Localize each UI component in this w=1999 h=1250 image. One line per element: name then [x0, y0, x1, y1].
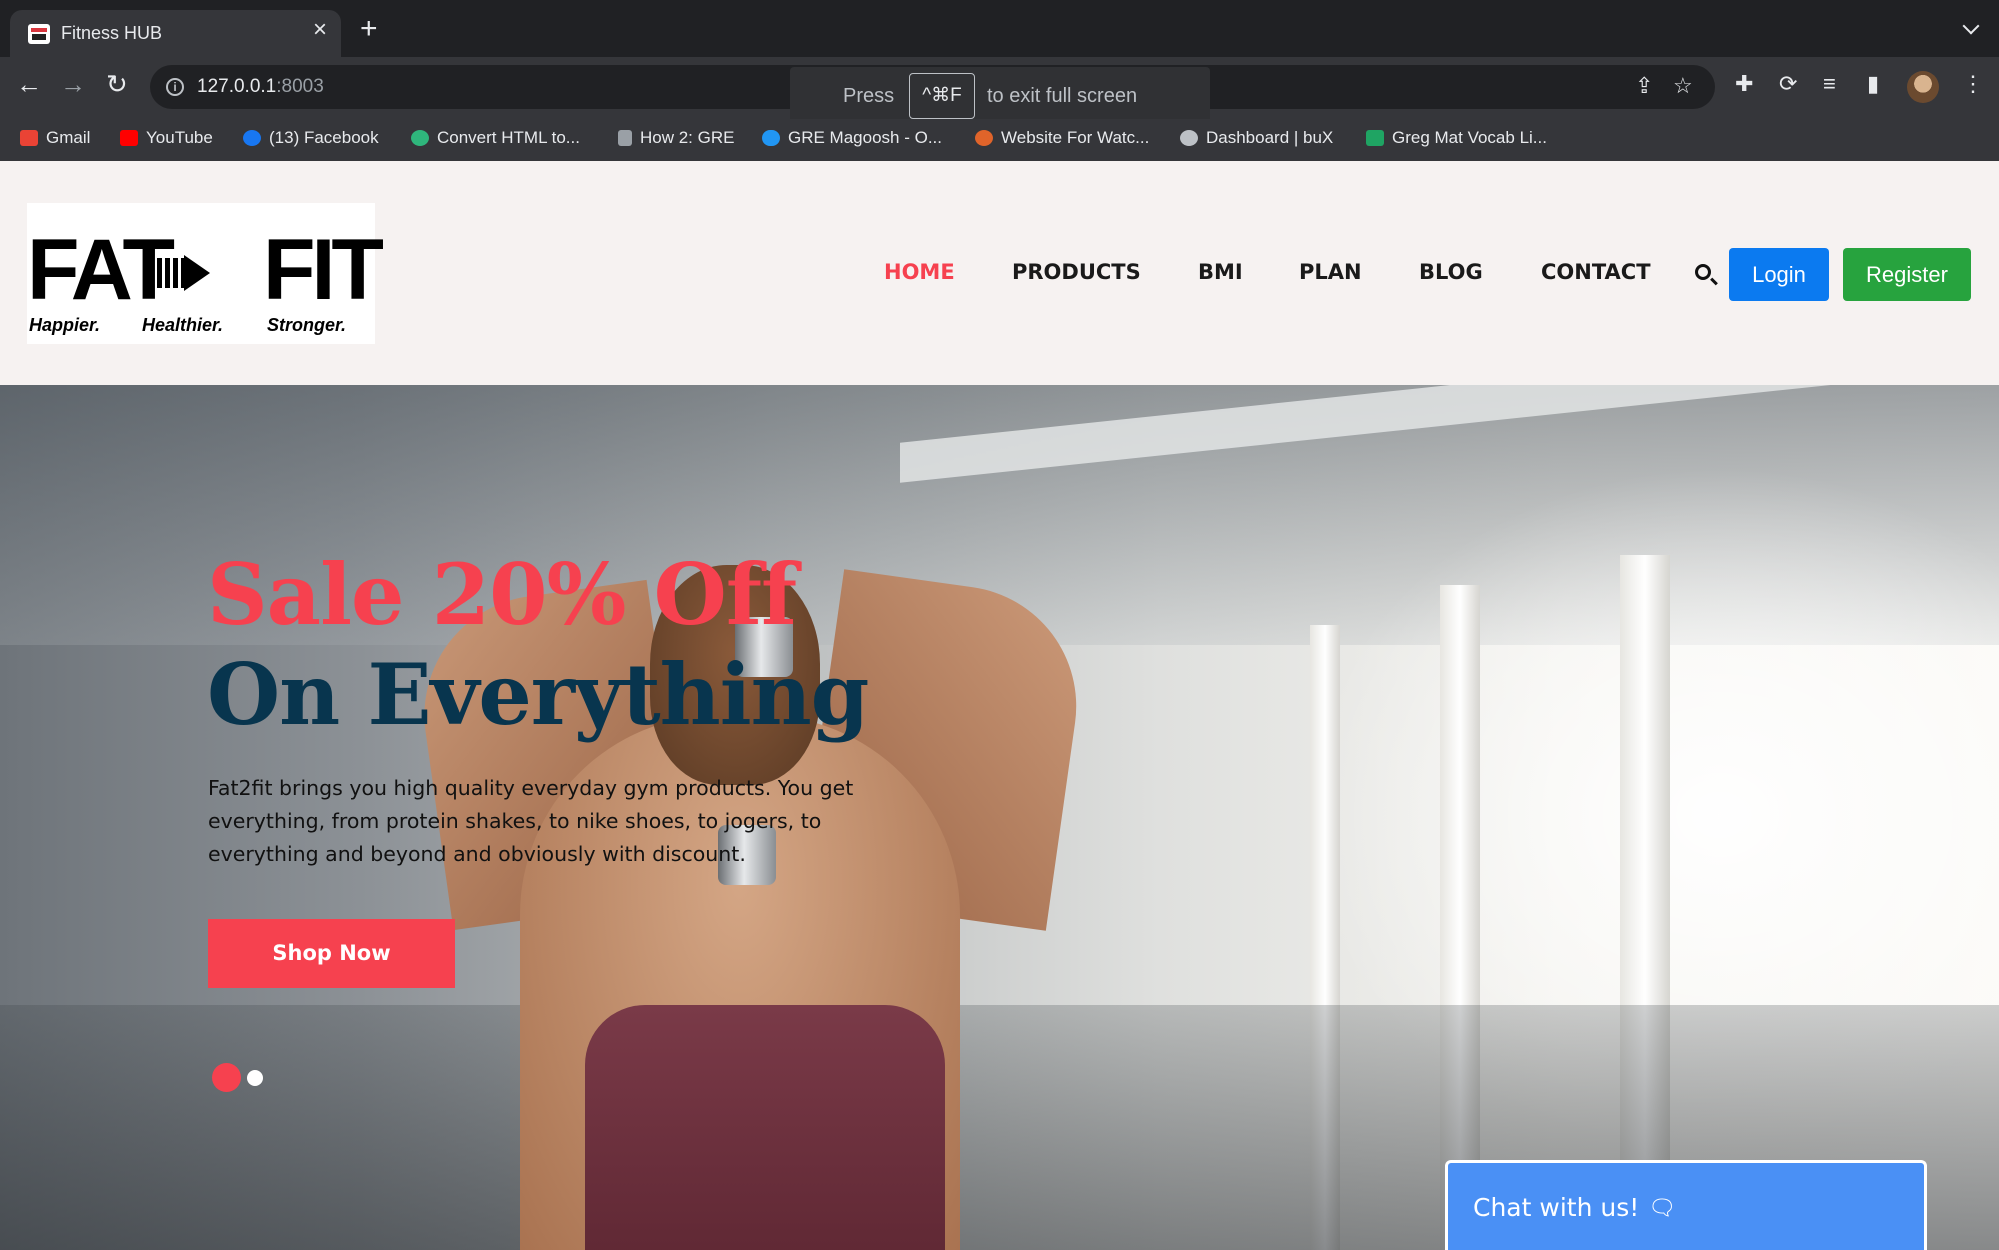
hero-title-sale: Sale 20% Off: [207, 545, 797, 644]
carousel-dot-2[interactable]: [247, 1070, 263, 1086]
extension-icon[interactable]: ⟳: [1779, 73, 1797, 95]
close-tab-icon[interactable]: ×: [313, 18, 327, 42]
search-icon[interactable]: [1695, 264, 1711, 280]
back-arrow-icon[interactable]: ←: [16, 71, 42, 97]
toast-prefix: Press: [843, 85, 895, 107]
register-button[interactable]: Register: [1843, 248, 1971, 301]
site-header: FAT FIT Happier. Healthier. Stronger. HO…: [0, 161, 1999, 385]
youtube-icon: [120, 130, 138, 146]
login-button[interactable]: Login: [1729, 248, 1829, 301]
facebook-icon: [243, 130, 261, 146]
logo-word-fit: FIT: [263, 222, 384, 318]
toast-suffix: to exit full screen: [987, 85, 1138, 107]
bookmark-dashboard-bux[interactable]: Dashboard | buX: [1180, 128, 1333, 148]
sheets-icon: [1366, 130, 1384, 146]
nav-products[interactable]: PRODUCTS: [1012, 260, 1141, 284]
side-panel-icon[interactable]: ▮: [1867, 73, 1879, 95]
nav-contact[interactable]: CONTACT: [1541, 260, 1651, 284]
chat-widget-button[interactable]: Chat with us! 🗨: [1445, 1160, 1927, 1250]
share-icon[interactable]: ⇪: [1635, 75, 1653, 97]
hero-description: Fat2fit brings you high quality everyday…: [208, 776, 854, 866]
nav-bmi[interactable]: BMI: [1198, 260, 1243, 284]
site-favicon-icon: [28, 24, 50, 44]
bookmark-youtube[interactable]: YouTube: [120, 128, 213, 148]
bookmarks-bar: Gmail YouTube (13) Facebook Convert HTML…: [0, 119, 1999, 161]
nav-blog[interactable]: BLOG: [1419, 260, 1483, 284]
bookmark-website-watch[interactable]: Website For Watc...: [975, 128, 1149, 148]
fullscreen-toast: Press ^⌘F to exit full screen: [790, 67, 1210, 123]
bookmark-convert-html[interactable]: Convert HTML to...: [411, 128, 580, 148]
convert-icon: [411, 130, 429, 146]
logo-bars-icon: [157, 258, 185, 288]
reload-icon[interactable]: ↻: [106, 71, 128, 97]
bookmark-how2-gre[interactable]: How 2: GRE: [618, 128, 734, 148]
logo-tagline-3: Stronger.: [267, 315, 347, 335]
bookmark-facebook[interactable]: (13) Facebook: [243, 128, 379, 148]
browser-tab[interactable]: Fitness HUB ×: [10, 10, 341, 59]
fat-to-fit-logo[interactable]: FAT FIT Happier. Healthier. Stronger.: [27, 203, 384, 344]
tab-search-chevron-icon[interactable]: [1962, 17, 1980, 35]
forward-arrow-icon[interactable]: →: [60, 71, 86, 97]
logo-tagline-1: Happier.: [29, 315, 101, 335]
watch-icon: [975, 130, 993, 146]
logo-word-fat: FAT: [27, 222, 175, 318]
dashboard-icon: [1180, 130, 1198, 146]
tab-title: Fitness HUB: [61, 23, 163, 43]
doc-icon: [618, 130, 632, 146]
carousel-dot-1[interactable]: [212, 1063, 241, 1092]
extensions-puzzle-icon[interactable]: ✚: [1735, 73, 1753, 95]
bookmark-greg-mat[interactable]: Greg Mat Vocab Li...: [1366, 128, 1547, 148]
url-text[interactable]: 127.0.0.1:8003: [197, 76, 324, 98]
media-queue-icon[interactable]: ≡: [1823, 73, 1836, 95]
bookmark-gre-magoosh[interactable]: GRE Magoosh - O...: [762, 128, 942, 148]
shop-now-button[interactable]: Shop Now: [208, 919, 455, 988]
chat-label: Chat with us!: [1473, 1193, 1640, 1222]
more-menu-icon[interactable]: ⋮: [1962, 73, 1984, 95]
bookmark-star-icon[interactable]: ☆: [1673, 75, 1693, 97]
toast-shortcut-key: ^⌘F: [909, 73, 975, 119]
logo-tagline-2: Healthier.: [142, 315, 224, 335]
site-info-icon[interactable]: i: [166, 78, 184, 96]
hero-title-everything: On Everything: [207, 645, 869, 744]
chat-bubbles-icon: 🗨: [1648, 1195, 1676, 1220]
nav-home[interactable]: HOME: [884, 260, 955, 284]
gmail-icon: [20, 130, 38, 146]
new-tab-icon[interactable]: +: [360, 14, 378, 44]
profile-avatar[interactable]: [1907, 71, 1939, 103]
browser-tab-strip: Fitness HUB × +: [0, 0, 1999, 59]
cloud-icon: [762, 130, 780, 146]
logo-arrow-icon: [184, 255, 210, 291]
bookmark-gmail[interactable]: Gmail: [20, 128, 90, 148]
nav-plan[interactable]: PLAN: [1299, 260, 1362, 284]
hero-photo-sports-top: [585, 1005, 945, 1250]
